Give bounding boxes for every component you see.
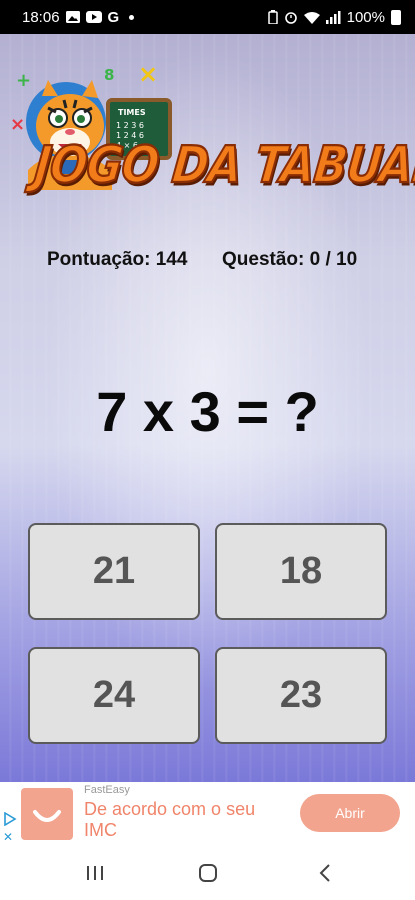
clock: 18:06 bbox=[22, 8, 60, 26]
notification-dot bbox=[129, 14, 135, 20]
game-title: JOGO DA TABUADA bbox=[31, 135, 415, 196]
navigation-bar bbox=[0, 846, 415, 900]
ad-banner[interactable]: ✕ FastEasy De acordo com o seu IMC Abrir bbox=[0, 782, 415, 846]
youtube-icon bbox=[85, 11, 102, 23]
ad-close-icon[interactable]: ✕ bbox=[3, 830, 13, 844]
svg-text:TIMES: TIMES bbox=[118, 108, 146, 117]
google-icon: G bbox=[107, 8, 120, 26]
answer-button-4[interactable]: 23 bbox=[215, 647, 387, 744]
svg-text:8: 8 bbox=[104, 66, 114, 84]
answer-button-1[interactable]: 21 bbox=[28, 523, 200, 620]
status-bar: 18:06 G 100% bbox=[0, 0, 415, 34]
gallery-icon bbox=[65, 11, 80, 23]
battery-icon bbox=[391, 9, 401, 25]
game-screen: + × × 8 TIMES 1 2 3 6 1 2 4 6 4 × 6 JOGO… bbox=[0, 34, 415, 782]
ad-open-button[interactable]: Abrir bbox=[300, 794, 400, 832]
svg-text:+: + bbox=[16, 70, 31, 91]
ad-logo[interactable] bbox=[21, 788, 73, 840]
svg-text:1 2 3 6: 1 2 3 6 bbox=[116, 121, 144, 130]
home-icon[interactable] bbox=[193, 858, 223, 888]
battery-saver-icon bbox=[267, 10, 278, 24]
recent-apps-icon[interactable] bbox=[80, 858, 110, 888]
answer-button-2[interactable]: 18 bbox=[215, 523, 387, 620]
svg-text:×: × bbox=[10, 114, 25, 135]
signal-icon bbox=[325, 10, 341, 24]
question-counter: Questão: 0 / 10 bbox=[222, 249, 358, 270]
answer-button-3[interactable]: 24 bbox=[28, 647, 200, 744]
score-label: Pontuação: 144 bbox=[47, 249, 188, 270]
svg-text:×: × bbox=[138, 60, 158, 88]
question-text: 7 x 3 = ? bbox=[96, 380, 319, 443]
battery-percent: 100% bbox=[346, 8, 385, 26]
alarm-icon bbox=[284, 12, 297, 24]
ad-headline[interactable]: De acordo com o seu IMC bbox=[84, 799, 284, 841]
smile-icon bbox=[33, 810, 61, 822]
wifi-icon bbox=[303, 11, 320, 24]
ad-brand: FastEasy bbox=[84, 784, 130, 796]
ad-choices-icon[interactable] bbox=[3, 812, 17, 826]
game-logo: + × × 8 TIMES 1 2 3 6 1 2 4 6 4 × 6 JOGO… bbox=[8, 60, 415, 230]
back-icon[interactable] bbox=[310, 858, 340, 888]
